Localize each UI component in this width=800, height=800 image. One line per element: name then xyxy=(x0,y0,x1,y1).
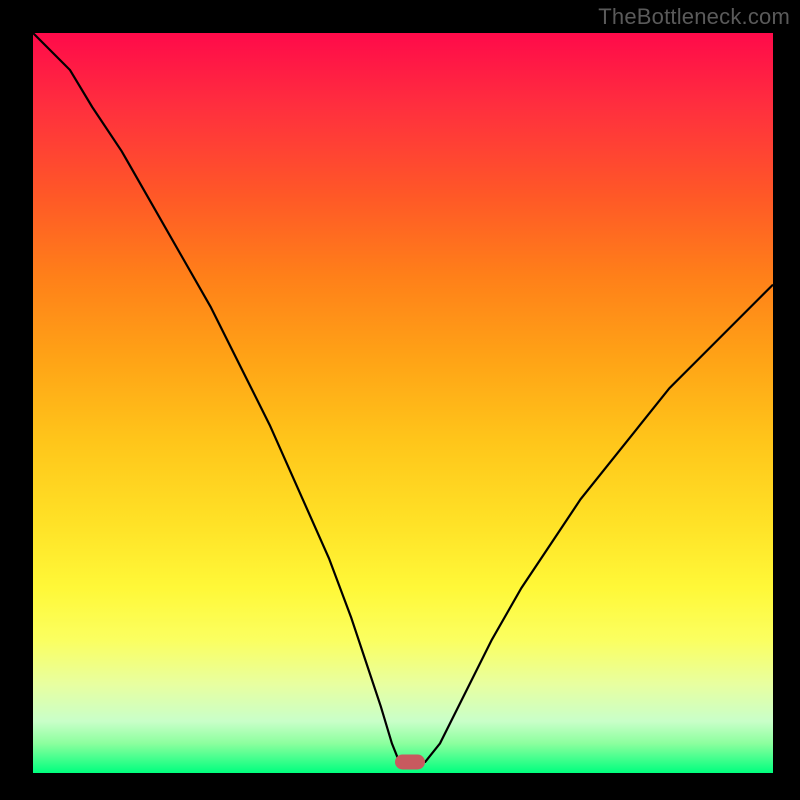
chart-marker xyxy=(395,754,425,769)
curve-path xyxy=(33,33,773,762)
bottleneck-curve xyxy=(33,33,773,773)
chart-plot-area xyxy=(33,33,773,773)
attribution-text: TheBottleneck.com xyxy=(598,4,790,30)
